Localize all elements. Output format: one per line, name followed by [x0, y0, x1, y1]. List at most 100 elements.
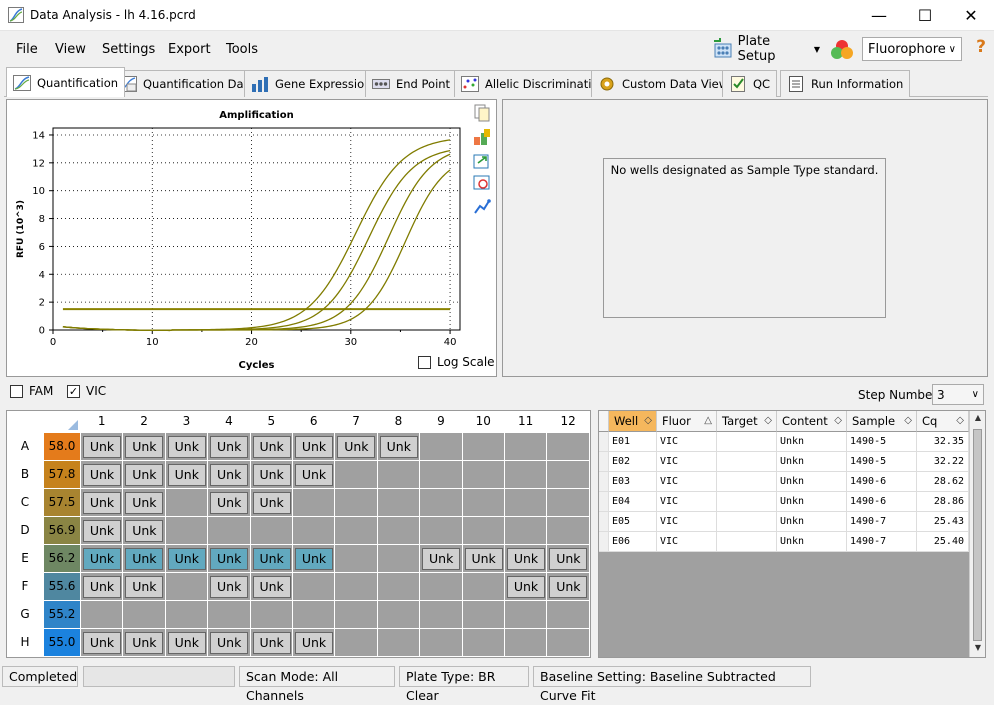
zoom-chart-icon[interactable] [473, 174, 491, 192]
tab-end-point[interactable]: End Point [365, 70, 458, 97]
tab-custom-data-view[interactable]: Custom Data View [591, 70, 736, 97]
cell-content[interactable]: Unkn [777, 532, 847, 552]
plate-well-E8[interactable] [377, 545, 421, 573]
cell-fluor[interactable]: VIC [657, 532, 717, 552]
plate-well-C3[interactable] [165, 489, 209, 517]
plate-well-G9[interactable] [420, 601, 463, 629]
plate-well-D3[interactable] [165, 517, 209, 545]
plate-well-F9[interactable] [420, 573, 463, 601]
plate-well-C10[interactable] [462, 489, 505, 517]
plate-well-D7[interactable] [335, 517, 378, 545]
fluorophore-select[interactable]: Fluorophore ∨ [862, 37, 962, 61]
well-content-A6[interactable]: Unk [295, 436, 333, 458]
column-header-6[interactable]: 6 [293, 411, 336, 433]
fam-toggle[interactable]: FAM [10, 384, 53, 398]
well-content-B1[interactable]: Unk [83, 464, 121, 486]
well-content-F1[interactable]: Unk [83, 576, 121, 598]
row-selector[interactable] [599, 512, 609, 532]
plate-well-F10[interactable] [462, 573, 505, 601]
plate-well-F6[interactable] [293, 573, 336, 601]
column-header-11[interactable]: 11 [505, 411, 548, 433]
plate-well-D8[interactable] [377, 517, 421, 545]
vic-toggle[interactable]: ✓ VIC [67, 384, 106, 398]
column-header-4[interactable]: 4 [208, 411, 251, 433]
row-header-F[interactable]: F [7, 573, 44, 601]
well-content-A8[interactable]: Unk [379, 436, 418, 458]
column-header-content[interactable]: Content ◇ [777, 411, 847, 432]
column-header-9[interactable]: 9 [420, 411, 463, 433]
close-icon[interactable]: ✕ [948, 0, 994, 31]
plate-well-B8[interactable] [377, 461, 421, 489]
plate-well-A11[interactable] [505, 433, 548, 461]
plate-well-F3[interactable] [165, 573, 209, 601]
cell-fluor[interactable]: VIC [657, 452, 717, 472]
well-content-E1[interactable]: Unk [83, 548, 121, 570]
well-content-E2[interactable]: Unk [125, 548, 164, 570]
plate-well-G7[interactable] [335, 601, 378, 629]
row-selector[interactable] [599, 492, 609, 512]
cell-well[interactable]: E05 [609, 512, 657, 532]
column-header-target[interactable]: Target ◇ [717, 411, 777, 432]
cell-cq[interactable]: 28.62 [917, 472, 969, 492]
row-header-C[interactable]: C [7, 489, 44, 517]
column-header-2[interactable]: 2 [123, 411, 166, 433]
well-content-E5[interactable]: Unk [252, 548, 291, 570]
well-content-E12[interactable]: Unk [549, 548, 588, 570]
column-header-12[interactable]: 12 [547, 411, 590, 433]
plate-well-D6[interactable] [293, 517, 336, 545]
plate-well-H10[interactable] [462, 629, 505, 657]
vic-checkbox[interactable]: ✓ [67, 384, 80, 398]
cell-well[interactable]: E01 [609, 432, 657, 452]
plate-well-D12[interactable] [547, 517, 590, 545]
well-content-C2[interactable]: Unk [125, 492, 164, 514]
plate-well-C6[interactable] [293, 489, 336, 517]
plate-well-C8[interactable] [377, 489, 421, 517]
plate-well-G1[interactable] [81, 601, 124, 629]
sort-icon[interactable]: ◇ [904, 411, 912, 431]
plate-well-C9[interactable] [420, 489, 463, 517]
plate-well-G12[interactable] [547, 601, 590, 629]
well-content-A3[interactable]: Unk [167, 436, 206, 458]
plate-well-A12[interactable] [547, 433, 590, 461]
well-content-A5[interactable]: Unk [252, 436, 291, 458]
plate-well-D11[interactable] [505, 517, 548, 545]
column-header-1[interactable]: 1 [81, 411, 124, 433]
well-content-B6[interactable]: Unk [295, 464, 333, 486]
plate-well-A9[interactable] [420, 433, 463, 461]
well-content-A2[interactable]: Unk [125, 436, 164, 458]
column-header-7[interactable]: 7 [335, 411, 378, 433]
plate-corner[interactable] [7, 411, 81, 433]
well-content-B4[interactable]: Unk [210, 464, 249, 486]
tab-quantification[interactable]: Quantification [6, 67, 126, 97]
column-header-cq[interactable]: Cq ◇ [917, 411, 969, 432]
well-selector-icon[interactable] [473, 128, 491, 146]
fam-checkbox[interactable] [10, 384, 23, 398]
plate-well-G3[interactable] [165, 601, 209, 629]
well-group-icon[interactable] [829, 38, 855, 60]
cell-sample[interactable]: 1490-6 [847, 472, 917, 492]
well-content-E10[interactable]: Unk [464, 548, 503, 570]
sort-icon[interactable]: ◇ [764, 411, 772, 431]
sort-icon[interactable]: ◇ [644, 411, 652, 431]
plate-well-G2[interactable] [123, 601, 166, 629]
log-scale-toggle[interactable]: Log Scale [418, 355, 495, 369]
plate-well-H11[interactable] [505, 629, 548, 657]
cell-content[interactable]: Unkn [777, 472, 847, 492]
plate-well-G10[interactable] [462, 601, 505, 629]
row-header-G[interactable]: G [7, 601, 44, 629]
cell-fluor[interactable]: VIC [657, 472, 717, 492]
well-content-E6[interactable]: Unk [295, 548, 333, 570]
table-scrollbar[interactable]: ▲ ▼ [969, 411, 985, 657]
menu-settings[interactable]: Settings [102, 42, 155, 57]
well-content-C5[interactable]: Unk [252, 492, 291, 514]
row-selector[interactable] [599, 432, 609, 452]
column-header-well[interactable]: Well ◇ [609, 411, 657, 432]
plate-well-C11[interactable] [505, 489, 548, 517]
well-content-C4[interactable]: Unk [210, 492, 249, 514]
cell-target[interactable] [717, 452, 777, 472]
cell-sample[interactable]: 1490-6 [847, 492, 917, 512]
well-content-H4[interactable]: Unk [210, 632, 249, 654]
plate-well-C12[interactable] [547, 489, 590, 517]
cell-content[interactable]: Unkn [777, 432, 847, 452]
copy-icon[interactable] [473, 104, 491, 122]
